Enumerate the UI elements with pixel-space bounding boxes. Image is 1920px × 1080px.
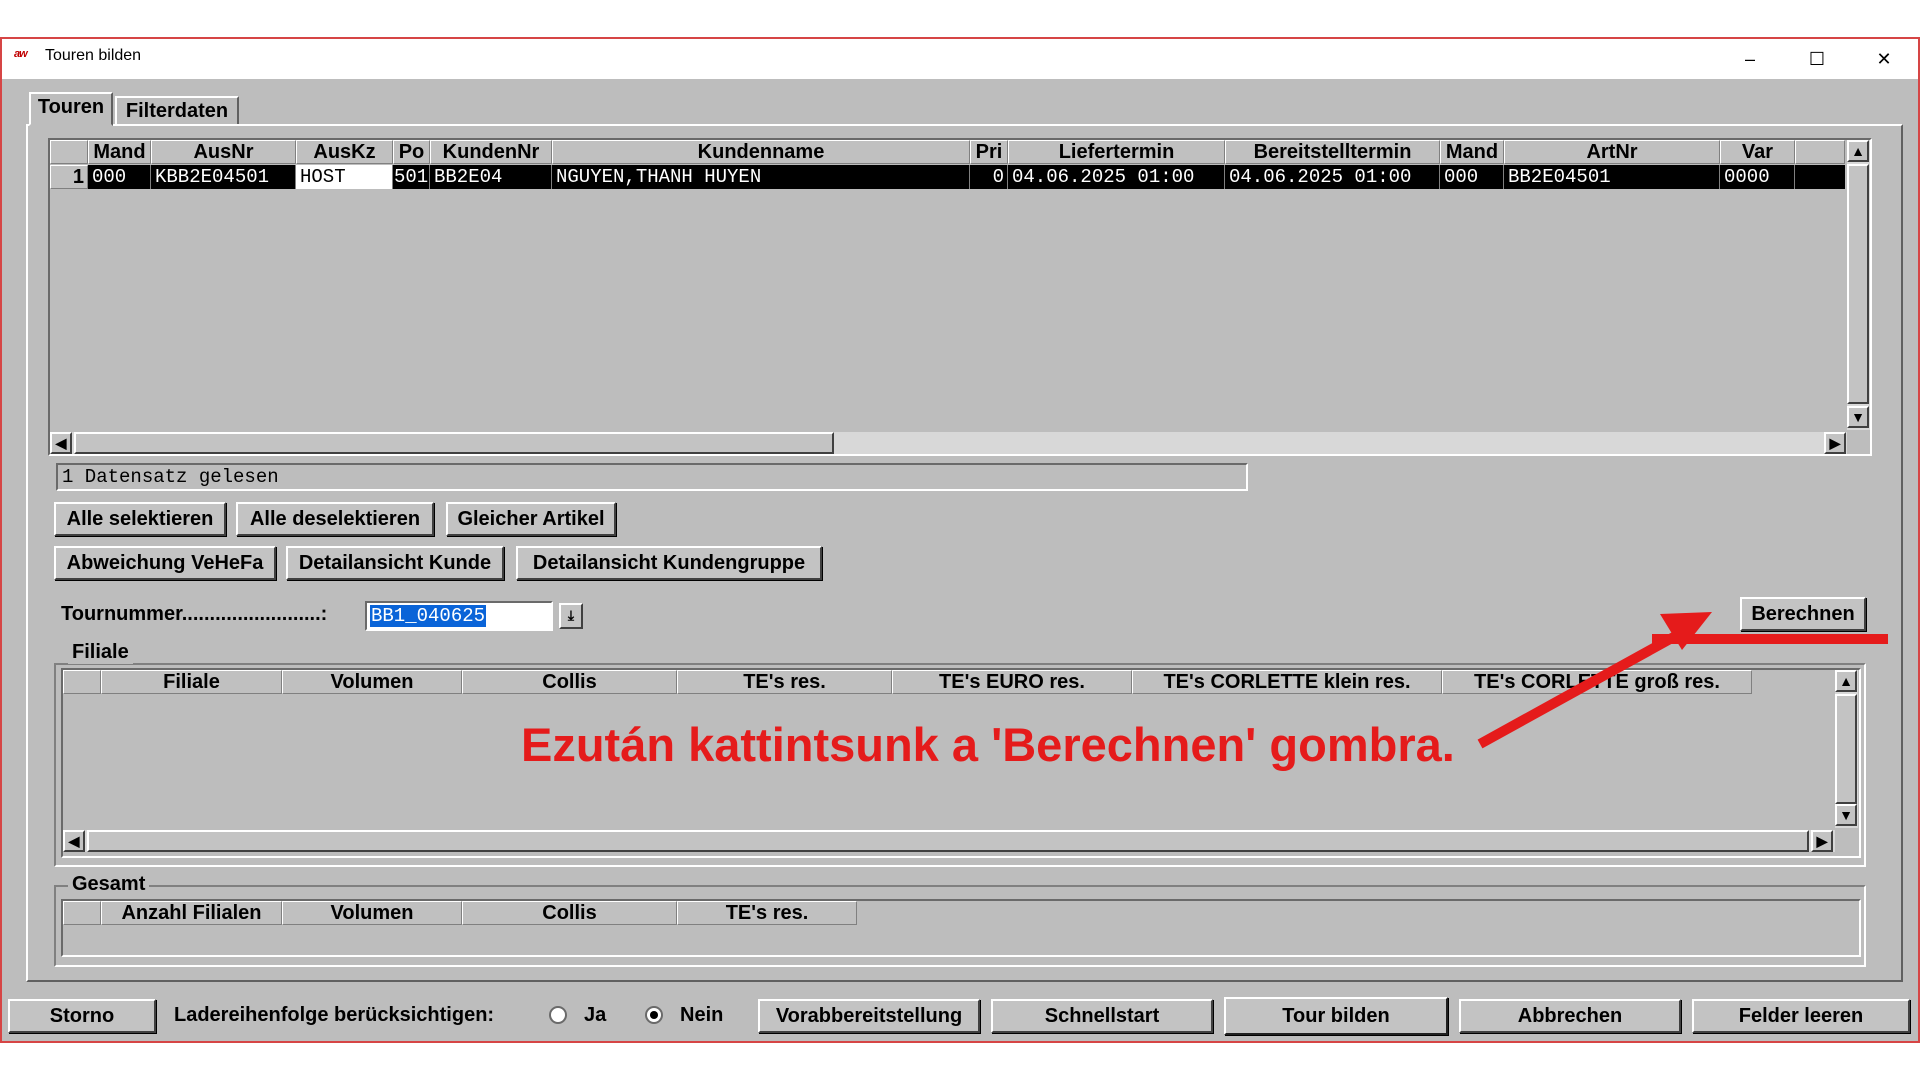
annotation-arrow-shaft: [1477, 623, 1693, 749]
tab-touren[interactable]: Touren: [29, 92, 113, 126]
annotation-arrows: [1477, 612, 1888, 749]
